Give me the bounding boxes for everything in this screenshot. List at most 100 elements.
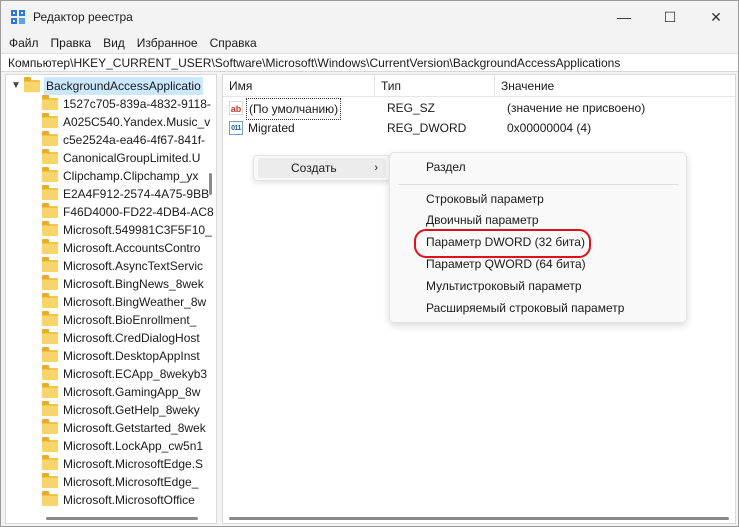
menu-help[interactable]: Справка	[204, 33, 263, 53]
folder-open-icon	[24, 77, 40, 92]
tree-item-label: c5e2524a-ea46-4f67-841f-	[63, 133, 206, 147]
tree-item-label: Microsoft.AsyncTextServic	[63, 259, 204, 273]
column-value-header[interactable]: Значение	[495, 75, 735, 97]
tree-item-label: Clipchamp.Clipchamp_yx	[63, 169, 199, 183]
context-menu-create-label: Создать	[291, 161, 337, 175]
key-tree-pane[interactable]: ▼ BackgroundAccessApplicatio 1527c705-83…	[5, 74, 217, 524]
close-button[interactable]: ✕	[693, 1, 739, 33]
address-bar[interactable]: Компьютер\HKEY_CURRENT_USER\Software\Mic…	[1, 53, 738, 72]
tree-item-label: Microsoft.549981C3F5F10_	[63, 223, 212, 237]
menu-favorites[interactable]: Избранное	[131, 33, 204, 53]
tree-item-label: Microsoft.GamingApp_8w	[63, 385, 201, 399]
dword-highlight-annotation	[414, 229, 591, 258]
tree-item[interactable]: Microsoft.LockApp_cw5n1	[6, 437, 206, 455]
submenu-key[interactable]: Раздел	[426, 156, 466, 178]
list-header: Имя Тип Значение	[223, 75, 735, 97]
tree-item[interactable]: Microsoft.ECApp_8wekyb3	[6, 365, 208, 383]
tree-item[interactable]: Microsoft.BioEnrollment_	[6, 311, 206, 329]
tree-item-label: Microsoft.MicrosoftEdge_	[63, 475, 199, 489]
window-title: Редактор реестра	[33, 10, 133, 24]
tree-item[interactable]: 1527c705-839a-4832-9118-	[6, 95, 211, 113]
tree-vertical-scrollbar[interactable]	[209, 173, 212, 195]
submenu-multistring-value[interactable]: Мультистроковый параметр	[426, 275, 582, 297]
tree-item[interactable]: CanonicalGroupLimited.U	[6, 149, 206, 167]
menu-file[interactable]: Файл	[3, 33, 45, 53]
folder-icon	[42, 149, 58, 164]
tree-item-label: 1527c705-839a-4832-9118-	[63, 97, 211, 111]
tree-item-label: Microsoft.ECApp_8wekyb3	[63, 367, 208, 381]
tree-item-label: F46D4000-FD22-4DB4-AC8	[63, 205, 214, 219]
value-name: (По умолчанию)	[246, 98, 342, 120]
tree-item-label: Microsoft.LockApp_cw5n1	[63, 439, 204, 453]
context-menu-create[interactable]: Создать ›	[258, 158, 386, 178]
tree-root-item[interactable]: ▼ BackgroundAccessApplicatio	[6, 77, 206, 95]
tree-item[interactable]: Microsoft.Getstarted_8wek	[6, 419, 206, 437]
regedit-app-icon	[11, 10, 25, 24]
folder-icon	[42, 257, 58, 272]
tree-item[interactable]: Microsoft.BingWeather_8w	[6, 293, 206, 311]
tree-item[interactable]: Microsoft.AsyncTextServic	[6, 257, 206, 275]
tree-item-label: Microsoft.MicrosoftEdge.S	[63, 457, 204, 471]
tree-item[interactable]: Microsoft.CredDialogHost	[6, 329, 206, 347]
tree-item[interactable]: A025C540.Yandex.Music_v	[6, 113, 210, 131]
tree-item-label: Microsoft.BingNews_8wek	[63, 277, 204, 291]
folder-icon	[42, 383, 58, 398]
context-menu: Создать ›	[253, 155, 391, 181]
folder-icon	[42, 167, 58, 182]
list-row[interactable]: ab (По умолчанию) REG_SZ (значение не пр…	[223, 98, 735, 120]
value-type: REG_SZ	[387, 101, 436, 115]
menu-bar: Файл Правка Вид Избранное Справка	[1, 33, 738, 53]
tree-item-label: Microsoft.BingWeather_8w	[63, 295, 207, 309]
tree-item-label: Microsoft.CredDialogHost	[63, 331, 200, 345]
tree-item[interactable]: Microsoft.MicrosoftOffice	[6, 491, 206, 509]
maximize-icon: ☐	[663, 8, 677, 25]
tree-item[interactable]: Microsoft.AccountsContro	[6, 239, 206, 257]
tree-item-label: A025C540.Yandex.Music_v	[63, 115, 211, 129]
string-value-icon: ab	[229, 101, 243, 115]
column-name-header[interactable]: Имя	[223, 75, 375, 97]
folder-icon	[42, 185, 58, 200]
submenu-string-value[interactable]: Строковый параметр	[426, 188, 544, 210]
menu-edit[interactable]: Правка	[45, 33, 98, 53]
tree-item[interactable]: Microsoft.BingNews_8wek	[6, 275, 206, 293]
chevron-down-icon[interactable]: ▼	[11, 77, 21, 95]
list-horizontal-scrollbar[interactable]	[229, 517, 729, 520]
title-bar[interactable]: Редактор реестра — ☐ ✕	[1, 1, 738, 33]
column-type-header[interactable]: Тип	[375, 75, 495, 97]
value-type: REG_DWORD	[387, 121, 467, 135]
folder-icon	[42, 203, 58, 218]
submenu-expandable-string-value[interactable]: Расширяемый строковый параметр	[426, 297, 624, 319]
tree-item[interactable]: Microsoft.MicrosoftEdge.S	[6, 455, 206, 473]
folder-icon	[42, 401, 58, 416]
tree-item[interactable]: c5e2524a-ea46-4f67-841f-	[6, 131, 206, 149]
tree-horizontal-scrollbar[interactable]	[46, 517, 198, 520]
value-data: 0x00000004 (4)	[507, 121, 592, 135]
tree-item-label: Microsoft.GetHelp_8weky	[63, 403, 200, 417]
submenu-binary-value[interactable]: Двоичный параметр	[426, 209, 539, 231]
folder-icon	[42, 293, 58, 308]
tree-item-label: E2A4F912-2574-4A75-9BB	[63, 187, 210, 201]
value-data: (значение не присвоено)	[507, 101, 646, 115]
tree-item[interactable]: Microsoft.DesktopAppInst	[6, 347, 206, 365]
tree-item[interactable]: Microsoft.549981C3F5F10_	[6, 221, 212, 239]
tree-item[interactable]: F46D4000-FD22-4DB4-AC8	[6, 203, 214, 221]
folder-icon	[42, 113, 58, 128]
folder-icon	[42, 329, 58, 344]
folder-icon	[42, 419, 58, 434]
submenu-separator	[398, 184, 678, 185]
menu-view[interactable]: Вид	[97, 33, 131, 53]
folder-icon	[42, 491, 58, 506]
maximize-button[interactable]: ☐	[647, 1, 693, 33]
tree-item[interactable]: Microsoft.GetHelp_8weky	[6, 401, 206, 419]
tree-item[interactable]: E2A4F912-2574-4A75-9BB	[6, 185, 210, 203]
tree-item[interactable]: Microsoft.MicrosoftEdge_	[6, 473, 206, 491]
tree-item[interactable]: Microsoft.GamingApp_8w	[6, 383, 206, 401]
folder-icon	[42, 437, 58, 452]
tree-item[interactable]: Clipchamp.Clipchamp_yx	[6, 167, 206, 185]
tree-item-label: Microsoft.AccountsContro	[63, 241, 201, 255]
folder-icon	[42, 473, 58, 488]
value-name: Migrated	[248, 121, 295, 135]
minimize-button[interactable]: —	[601, 1, 647, 33]
chevron-right-icon: ›	[374, 162, 378, 174]
list-row[interactable]: 011 Migrated REG_DWORD 0x00000004 (4)	[223, 118, 735, 138]
